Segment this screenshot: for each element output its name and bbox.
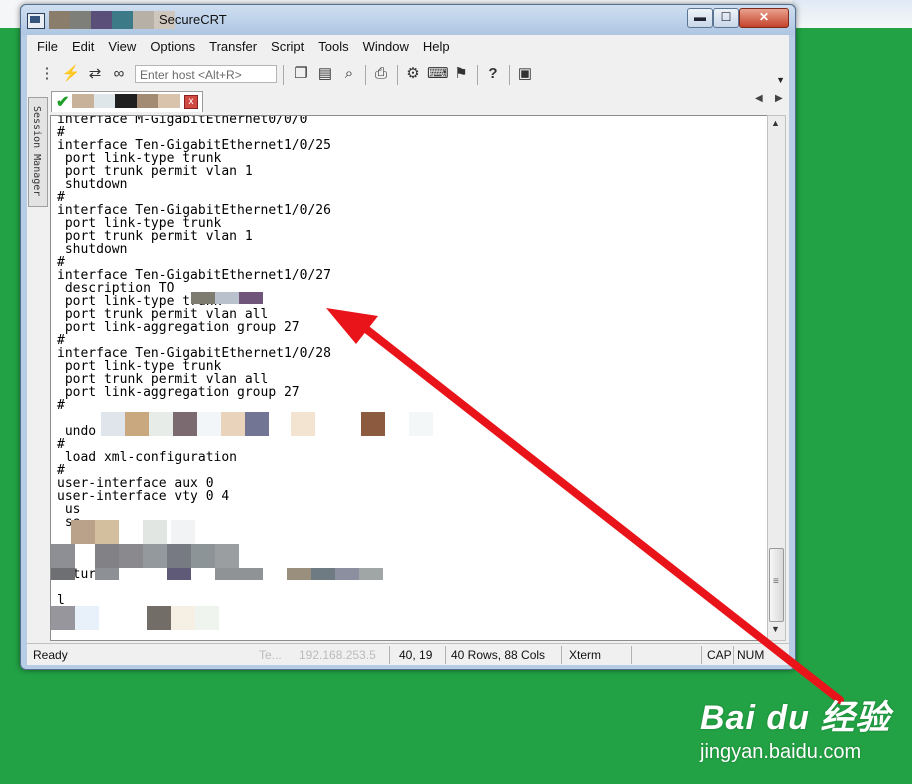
watermark-site: jingyan.baidu.com [700, 741, 862, 763]
baidu-watermark: Bai du 经验 jingyan.baidu.com [700, 690, 890, 764]
watermark-logo: Bai du 经验 [700, 699, 891, 737]
annotation-arrow [326, 308, 844, 704]
